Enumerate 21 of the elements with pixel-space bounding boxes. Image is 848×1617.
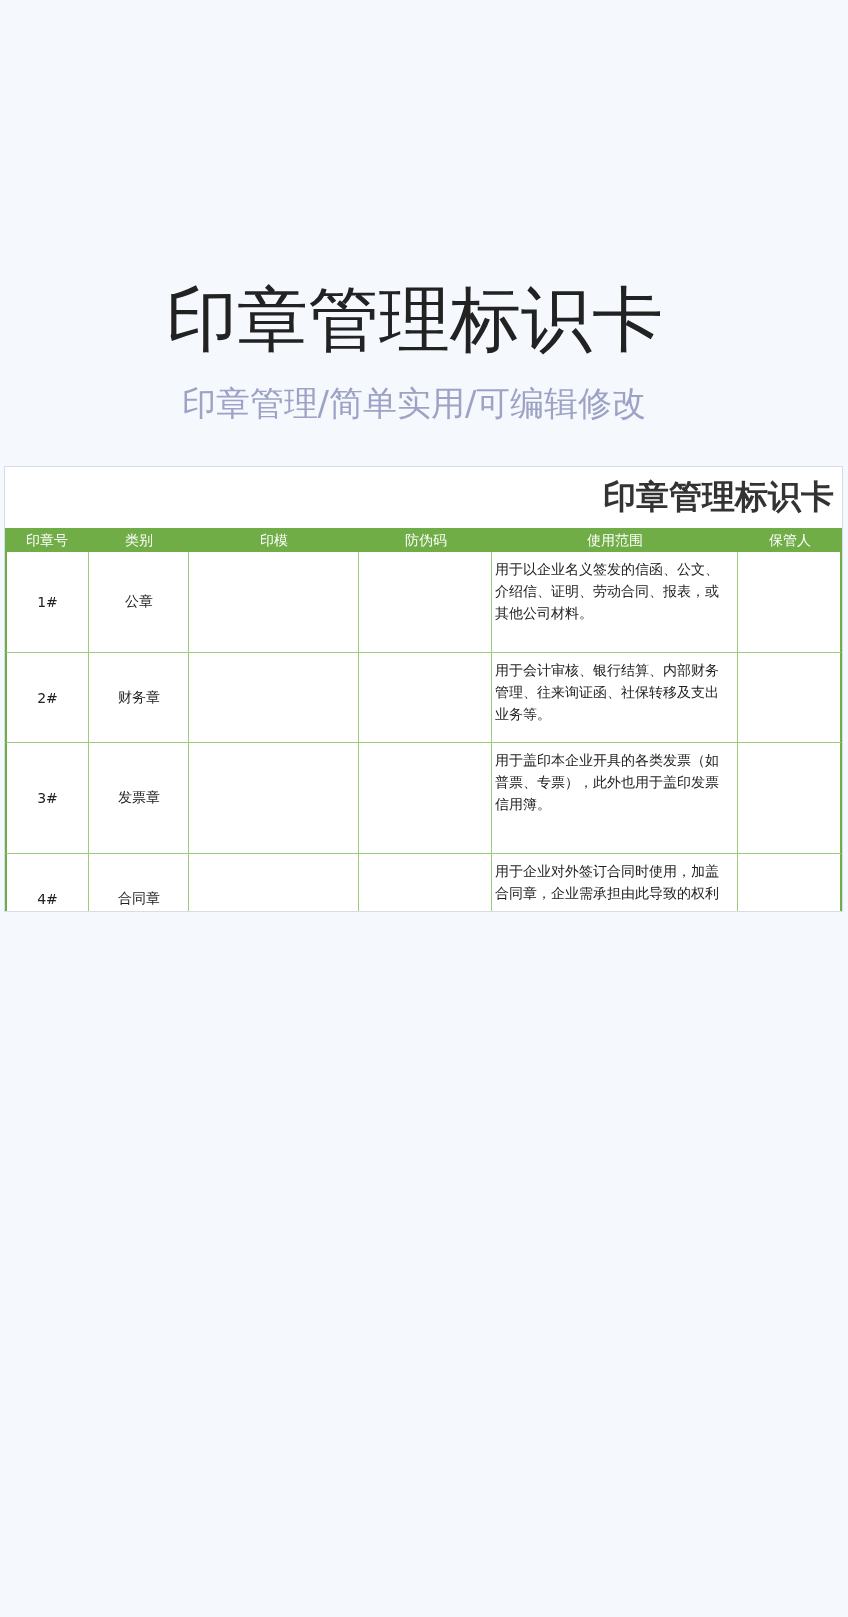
table-cell-text: 用于企业对外签订合同时使用，加盖合同章，企业需承担由此导致的权利 <box>495 862 720 903</box>
table-cell-text: 用于盖印本企业开具的各类发票（如普票、专票），此外也用于盖印发票信用簿。 <box>495 751 720 814</box>
header-cell: 印模 <box>189 528 359 552</box>
page-subtitle: 印章管理/简单实用/可编辑修改 <box>181 382 647 425</box>
table-cell: 发票章 <box>89 743 189 854</box>
card-title: 印章管理标识卡 <box>603 476 834 518</box>
table-cell: 财务章 <box>89 653 189 743</box>
table-cell: 3# <box>5 743 89 854</box>
table-cell-text: 用于会计审核、银行结算、内部财务管理、往来询证函、社保转移及支出业务等。 <box>495 661 720 724</box>
header-cell: 保管人 <box>738 528 842 552</box>
table-cell-text: 用于以企业名义签发的信函、公文、介绍信、证明、劳动合同、报表，或其他公司材料。 <box>495 560 720 623</box>
table-cell: 合同章 <box>89 854 189 911</box>
header-cell: 印章号 <box>5 528 89 552</box>
table-cell: 1# <box>5 552 89 653</box>
table-cell: 2# <box>5 653 89 743</box>
header-cell: 类别 <box>89 528 189 552</box>
table-cell: 4# <box>5 854 89 911</box>
page-title: 印章管理标识卡 <box>165 278 663 362</box>
table-cell: 公章 <box>89 552 189 653</box>
header-cell: 使用范围 <box>492 528 738 552</box>
header-cell: 防伪码 <box>359 528 492 552</box>
